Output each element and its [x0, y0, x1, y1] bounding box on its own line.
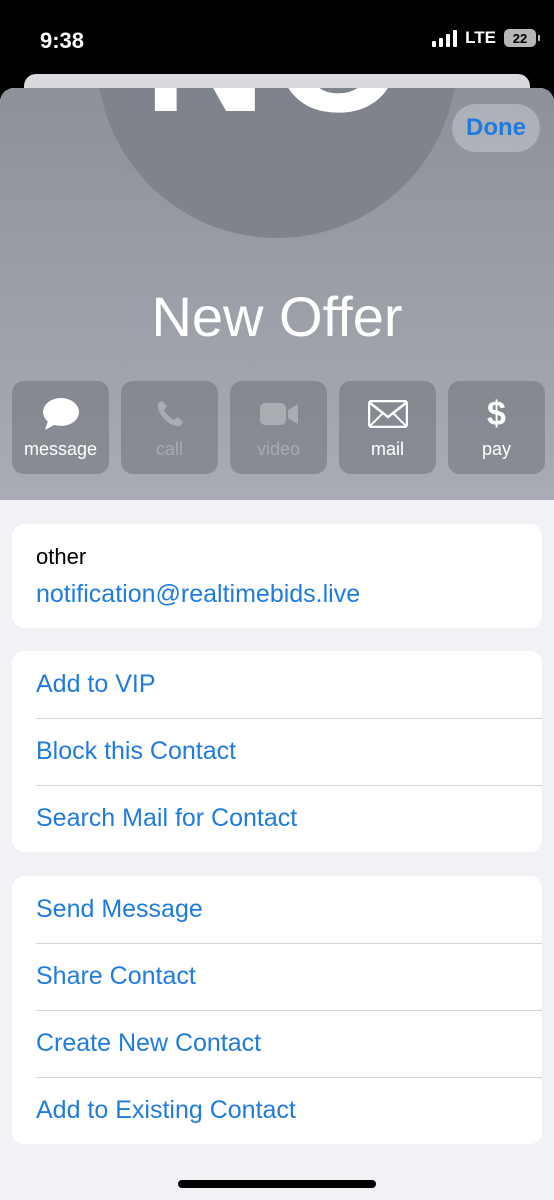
mail-action-label: mail	[370, 439, 404, 459]
dollar-icon: $	[487, 395, 506, 433]
call-action-button[interactable]: call	[121, 381, 218, 474]
email-card[interactable]: other notification@realtimebids.live	[12, 524, 542, 628]
mail-options-group: Add to VIP Block this Contact Search Mai…	[12, 651, 542, 852]
envelope-icon	[367, 395, 408, 433]
send-message-button[interactable]: Send Message	[12, 876, 542, 943]
mail-action-button[interactable]: mail	[339, 381, 436, 474]
contact-name: New Offer	[151, 285, 403, 348]
call-action-label: call	[155, 439, 183, 459]
cellular-signal-icon	[432, 29, 458, 47]
quick-actions: message call video mail $ pay	[12, 381, 545, 474]
email-address-link[interactable]: notification@realtimebids.live	[36, 580, 360, 609]
search-mail-for-contact-button[interactable]: Search Mail for Contact	[12, 785, 542, 852]
done-button[interactable]: Done	[452, 104, 540, 152]
status-time: 9:38	[40, 28, 85, 53]
contact-header: NO Done New Offer message call vide	[0, 88, 554, 500]
message-action-label: message	[23, 439, 98, 459]
contact-options-group: Send Message Share Contact Create New Co…	[12, 876, 542, 1144]
pay-action-label: pay	[481, 439, 512, 459]
add-to-existing-contact-button[interactable]: Add to Existing Contact	[12, 1077, 542, 1144]
avatar: NO	[97, 88, 457, 238]
email-type-label: other	[36, 544, 87, 569]
battery-level: 22	[512, 30, 528, 46]
video-action-button[interactable]: video	[230, 381, 327, 474]
contact-sheet: NO Done New Offer message call vide	[0, 88, 554, 1200]
message-bubble-icon	[42, 395, 80, 433]
message-action-button[interactable]: message	[12, 381, 109, 474]
block-contact-button[interactable]: Block this Contact	[12, 718, 542, 785]
network-type: LTE	[465, 28, 496, 47]
share-contact-button[interactable]: Share Contact	[12, 943, 542, 1010]
video-camera-icon	[259, 395, 299, 433]
create-new-contact-button[interactable]: Create New Contact	[12, 1010, 542, 1077]
battery-icon: 22	[504, 29, 540, 47]
home-indicator[interactable]	[178, 1180, 376, 1188]
add-to-vip-button[interactable]: Add to VIP	[12, 651, 542, 718]
phone-icon	[155, 395, 185, 433]
status-indicators: LTE 22	[432, 28, 540, 48]
video-action-label: video	[256, 439, 301, 459]
avatar-initials: NO	[97, 88, 457, 138]
status-bar: 9:38 LTE 22	[0, 0, 554, 84]
pay-action-button[interactable]: $ pay	[448, 381, 545, 474]
